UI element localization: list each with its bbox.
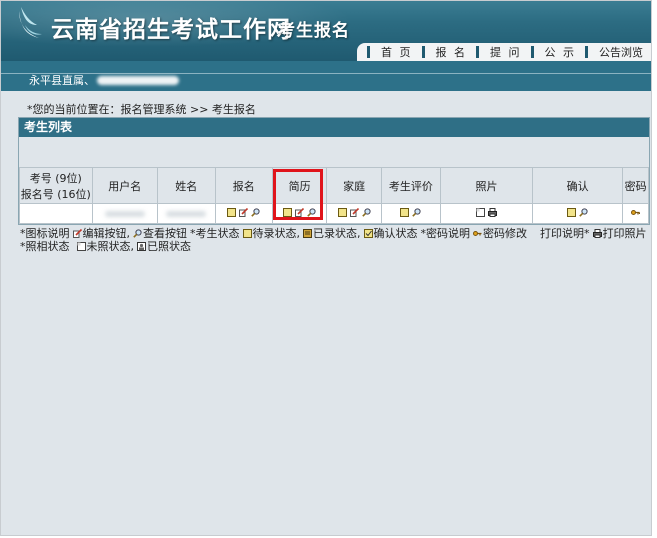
col-password: 密码 <box>622 167 649 204</box>
cell-name <box>156 203 216 224</box>
col-name: 姓名 <box>156 167 216 204</box>
view-magnifier-icon[interactable] <box>361 208 371 217</box>
cell-evaluation <box>380 203 441 224</box>
legend-view: 查看按钮 <box>143 227 187 240</box>
legend-password-desc: *密码说明 <box>420 227 471 240</box>
user-unit: 永平县直属、 <box>29 74 95 87</box>
legend-recorded: 已录状态, <box>313 227 361 240</box>
page-subtitle: 考生报名 <box>278 21 350 41</box>
nav-announcements[interactable]: 公告浏览 <box>581 43 648 61</box>
pending-status-icon <box>242 229 252 238</box>
table-row <box>19 203 649 224</box>
print-icon <box>592 229 602 238</box>
col-username: 用户名 <box>91 167 158 204</box>
nav-register[interactable]: 报 名 <box>418 43 473 61</box>
cell-exam-no <box>19 203 93 224</box>
nav-separator <box>476 46 481 58</box>
site-title: 云南省招生考试工作网 <box>51 17 291 43</box>
legend-photo-done: 已照状态 <box>147 240 191 253</box>
view-magnifier-icon <box>133 229 142 238</box>
legend: *图标说明 编辑按钮, 查看按钮 *考生状态 待录状态, 已录状态, 确认状态 <box>20 227 650 253</box>
user-info: 永平县直属、 <box>29 72 179 88</box>
legend-pending: 待录状态, <box>252 227 301 240</box>
edit-pencil-icon[interactable] <box>349 208 359 217</box>
table-header-row: 考号 (9位) 报名号 (16位) 用户名 姓名 报名 简历 家庭 考生评价 照… <box>19 167 649 204</box>
cell-password <box>622 203 649 224</box>
legend-not-photo: 未照状态, <box>86 240 135 253</box>
legend-status: *考生状态 <box>190 227 240 240</box>
cell-family <box>326 203 382 224</box>
col-confirm: 确认 <box>532 167 624 204</box>
student-list-panel: 考生列表 考号 (9位) 报名号 (16位) 用户名 姓名 报名 简历 家庭 考… <box>18 117 650 225</box>
not-photo-icon <box>76 242 86 251</box>
legend-print-photo: 打印照片 <box>602 227 647 240</box>
col-evaluation: 考生评价 <box>380 167 441 204</box>
nav-separator <box>585 46 590 58</box>
breadcrumb: *您的当前位置在：报名管理系统 >> 考生报名 <box>27 103 256 116</box>
legend-photo-status: *照相状态 <box>20 240 70 253</box>
col-exam-no: 考号 (9位) 报名号 (16位) <box>19 167 93 204</box>
cell-photo <box>439 203 534 224</box>
legend-icon-desc: *图标说明 <box>20 227 70 240</box>
pending-status-icon <box>337 208 347 217</box>
site-header: 云南省招生考试工作网 考生报名 首 页 报 名 提 问 公 示 公告浏览 <box>1 1 651 61</box>
legend-row: *照相状态 未照状态, 已照状态 <box>20 240 650 253</box>
nav-home[interactable]: 首 页 <box>363 43 418 61</box>
leaf-logo-icon <box>19 7 42 38</box>
edit-pencil-icon[interactable] <box>239 208 249 217</box>
cell-confirm <box>532 203 624 224</box>
nav-notice[interactable]: 公 示 <box>527 43 582 61</box>
legend-row: *图标说明 编辑按钮, 查看按钮 *考生状态 待录状态, 已录状态, 确认状态 <box>20 227 650 240</box>
col-photo: 照片 <box>439 167 534 204</box>
col-registration: 报名 <box>214 167 273 204</box>
legend-confirmed: 确认状态 <box>373 227 418 240</box>
panel-title: 考生列表 <box>19 118 649 137</box>
legend-print-desc: 打印说明* <box>540 227 590 240</box>
edit-pencil-icon <box>72 229 82 238</box>
view-magnifier-icon[interactable] <box>251 208 260 217</box>
key-icon <box>473 231 482 236</box>
key-icon[interactable] <box>631 208 641 217</box>
nav-separator <box>421 46 427 58</box>
student-table: 考号 (9位) 报名号 (16位) 用户名 姓名 报名 简历 家庭 考生评价 照… <box>19 167 649 224</box>
legend-edit: 编辑按钮, <box>82 227 131 240</box>
not-photo-icon <box>475 208 485 217</box>
pending-status-icon <box>227 208 237 217</box>
top-nav: 首 页 报 名 提 问 公 示 公告浏览 <box>357 43 651 61</box>
redacted-username <box>97 75 179 85</box>
browser-frame: 云南省招生考试工作网 考生报名 首 页 报 名 提 问 公 示 公告浏览 永平县… <box>0 0 652 536</box>
view-magnifier-icon[interactable] <box>412 208 421 217</box>
nav-separator <box>367 46 372 58</box>
pending-status-icon <box>400 208 410 217</box>
confirm-status-icon <box>363 229 373 238</box>
nav-question[interactable]: 提 问 <box>472 43 527 61</box>
view-magnifier-icon[interactable] <box>579 208 588 217</box>
recorded-status-icon <box>303 229 312 238</box>
photo-done-icon <box>137 242 146 251</box>
cell-username <box>91 203 158 224</box>
col-family: 家庭 <box>326 167 382 204</box>
highlight-box <box>273 169 323 220</box>
redacted-text <box>104 211 145 217</box>
pending-status-icon <box>567 208 577 217</box>
redacted-text <box>166 211 207 217</box>
cell-registration <box>214 203 273 224</box>
legend-password-change: 密码修改 <box>483 227 527 240</box>
nav-separator <box>530 46 536 58</box>
print-icon[interactable] <box>487 208 497 217</box>
